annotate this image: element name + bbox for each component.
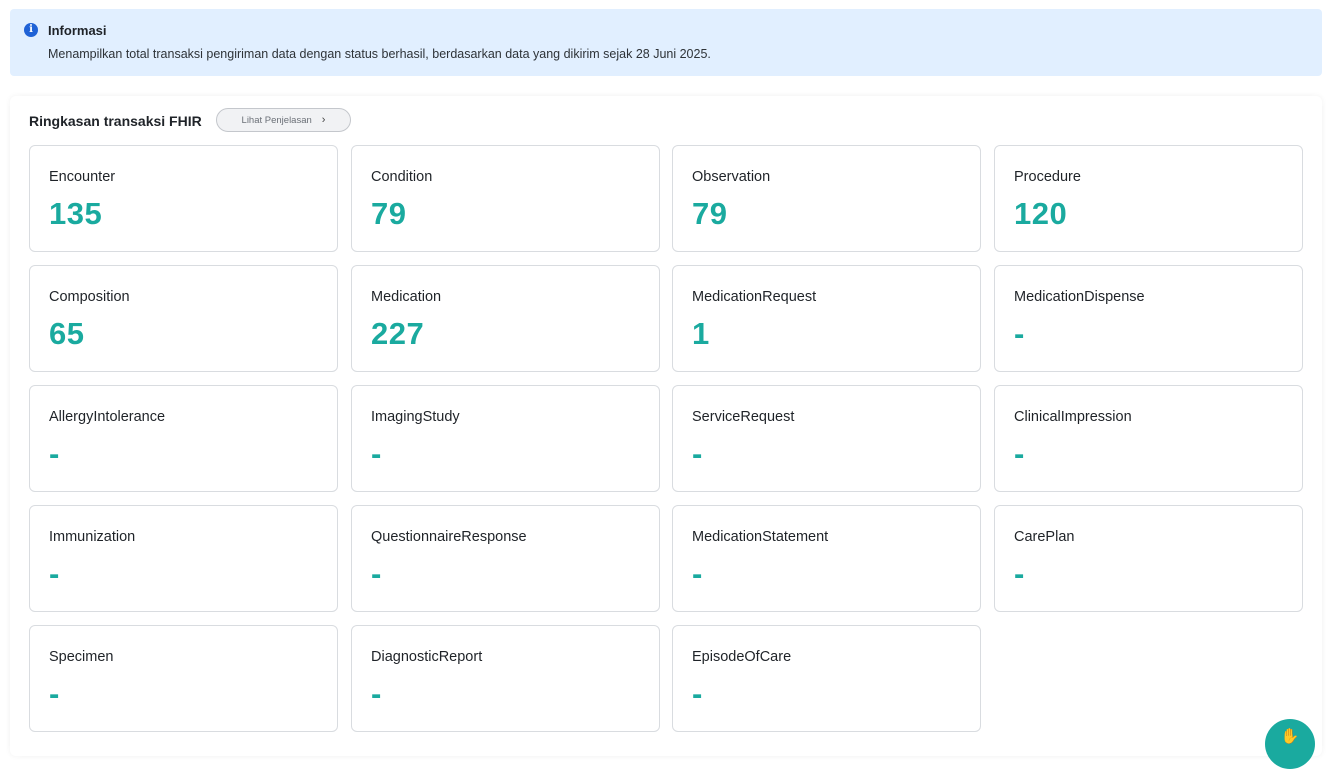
card-allergy-intolerance: AllergyIntolerance - [29, 385, 338, 492]
card-value: 1 [692, 316, 710, 351]
card-imaging-study: ImagingStudy - [351, 385, 660, 492]
card-value: - [49, 436, 60, 471]
card-medication-request: MedicationRequest 1 [672, 265, 981, 372]
card-value: - [49, 556, 60, 591]
card-label: DiagnosticReport [371, 649, 483, 665]
card-clinical-impression: ClinicalImpression - [994, 385, 1303, 492]
card-value: - [1014, 556, 1025, 591]
card-label: Condition [371, 169, 433, 185]
info-icon: i [24, 23, 38, 37]
explain-button-label: Lihat Penjelasan [241, 114, 312, 126]
card-label: Immunization [49, 529, 136, 545]
card-medication-dispense: MedicationDispense - [994, 265, 1303, 372]
info-title: Informasi [48, 23, 107, 38]
card-label: Medication [371, 289, 442, 305]
card-label: MedicationStatement [692, 529, 829, 545]
card-value: - [1014, 436, 1025, 471]
info-banner: i Informasi Menampilkan total transaksi … [10, 9, 1322, 76]
card-questionnaire-response: QuestionnaireResponse - [351, 505, 660, 612]
chevron-right-icon: › [321, 114, 326, 126]
card-episode-of-care: EpisodeOfCare - [672, 625, 981, 732]
card-procedure: Procedure 120 [994, 145, 1303, 252]
card-value: 120 [1014, 196, 1068, 231]
card-label: CarePlan [1014, 529, 1075, 545]
card-value: - [49, 676, 60, 711]
card-value: 79 [692, 196, 728, 231]
card-value: 65 [49, 316, 85, 351]
card-label: AllergyIntolerance [49, 409, 166, 425]
card-care-plan: CarePlan - [994, 505, 1303, 612]
card-medication-statement: MedicationStatement - [672, 505, 981, 612]
card-label: Composition [49, 289, 130, 305]
card-label: Encounter [49, 169, 116, 185]
card-value: 135 [49, 196, 103, 231]
card-label: MedicationDispense [1014, 289, 1145, 305]
card-label: EpisodeOfCare [692, 649, 792, 665]
card-encounter: Encounter 135 [29, 145, 338, 252]
card-label: Observation [692, 169, 771, 185]
card-service-request: ServiceRequest - [672, 385, 981, 492]
card-value: 79 [371, 196, 407, 231]
card-label: Procedure [1014, 169, 1081, 185]
info-message: Menampilkan total transaksi pengiriman d… [48, 47, 711, 61]
card-label: ImagingStudy [371, 409, 460, 425]
card-specimen: Specimen - [29, 625, 338, 732]
fhir-summary-panel: Ringkasan transaksi FHIR Lihat Penjelasa… [10, 96, 1322, 756]
explain-button[interactable]: Lihat Penjelasan › [216, 108, 351, 132]
card-condition: Condition 79 [351, 145, 660, 252]
chat-hand-icon[interactable]: ✋ [1265, 719, 1315, 769]
card-value: - [371, 556, 382, 591]
card-observation: Observation 79 [672, 145, 981, 252]
card-label: QuestionnaireResponse [371, 529, 527, 545]
card-value: 227 [371, 316, 425, 351]
card-value: - [371, 676, 382, 711]
card-medication: Medication 227 [351, 265, 660, 372]
card-composition: Composition 65 [29, 265, 338, 372]
card-immunization: Immunization - [29, 505, 338, 612]
card-label: ClinicalImpression [1014, 409, 1132, 425]
card-label: Specimen [49, 649, 114, 665]
section-title: Ringkasan transaksi FHIR [29, 113, 202, 129]
card-diagnostic-report: DiagnosticReport - [351, 625, 660, 732]
card-value: - [692, 436, 703, 471]
card-value: - [1014, 316, 1025, 351]
card-value: - [371, 436, 382, 471]
card-label: ServiceRequest [692, 409, 795, 425]
card-label: MedicationRequest [692, 289, 817, 305]
card-value: - [692, 556, 703, 591]
card-value: - [692, 676, 703, 711]
